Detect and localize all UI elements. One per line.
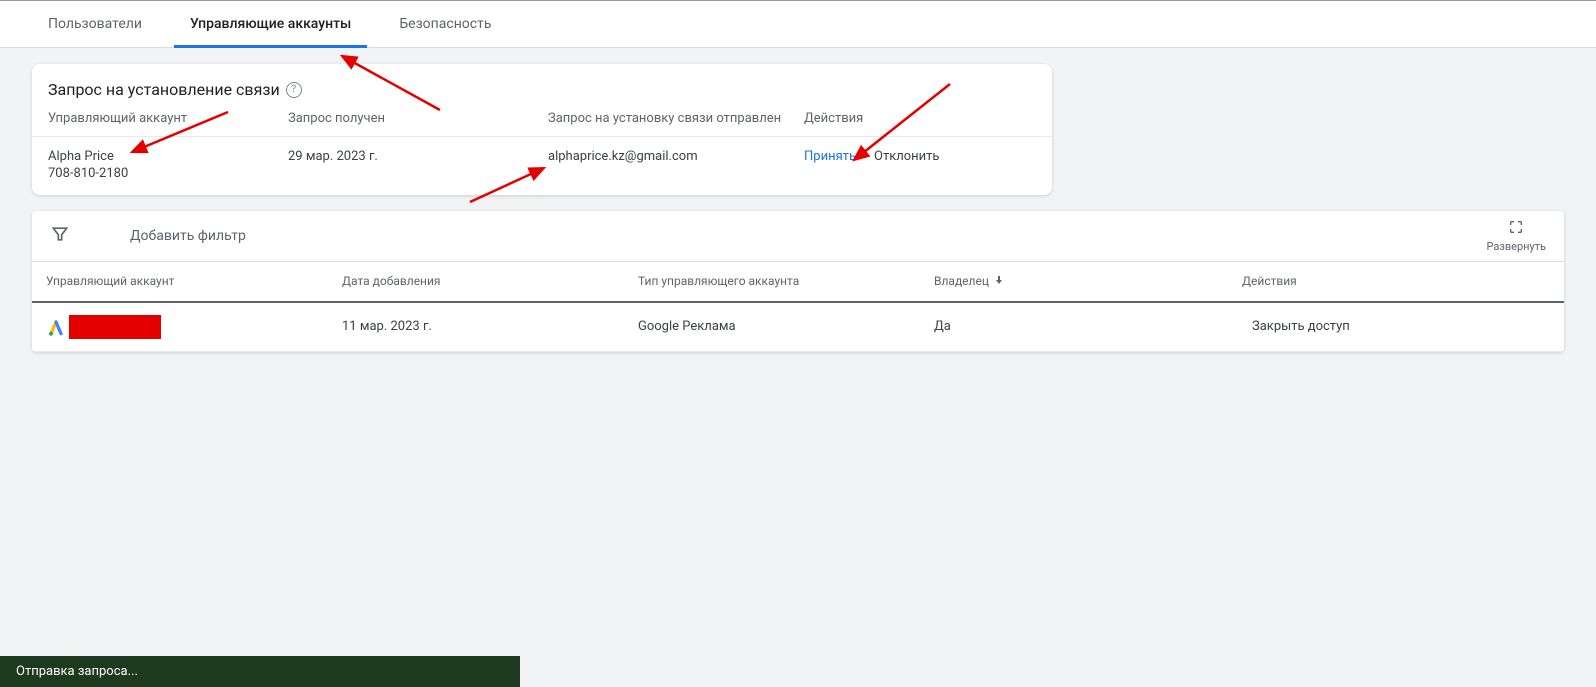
manager-account-cell: Alpha Price 708-810-2180	[48, 149, 288, 183]
list-toolbar: Добавить фильтр Развернуть	[32, 211, 1564, 261]
tab-bar: Пользователи Управляющие аккаунты Безопа…	[0, 0, 1596, 48]
col-type[interactable]: Тип управляющего аккаунта	[624, 262, 920, 301]
card-header-row: Управляющий аккаунт Запрос получен Запро…	[32, 107, 1052, 136]
header-manager: Управляющий аккаунт	[48, 111, 288, 126]
row-type-cell: Google Реклама	[624, 307, 920, 346]
col-owner[interactable]: Владелец	[920, 262, 1228, 301]
row-owner-cell: Да	[920, 307, 1228, 346]
header-actions: Действия	[804, 111, 863, 126]
header-received: Запрос получен	[288, 111, 548, 126]
tab-users[interactable]: Пользователи	[24, 0, 166, 48]
filter-icon[interactable]	[50, 224, 70, 248]
request-actions-cell: Принять Отклонить	[804, 149, 940, 183]
managers-list-card: Добавить фильтр Развернуть Управляющий а…	[32, 211, 1564, 352]
col-date[interactable]: Дата добавления	[328, 262, 624, 301]
managers-table: Управляющий аккаунт Дата добавления Тип …	[32, 261, 1564, 352]
connection-request-card: Запрос на установление связи ? Управляющ…	[32, 64, 1052, 195]
google-ads-icon	[46, 317, 66, 337]
tab-security[interactable]: Безопасность	[375, 0, 515, 48]
close-access-button[interactable]: Закрыть доступ	[1252, 319, 1350, 334]
accept-button[interactable]: Принять	[804, 149, 856, 183]
expand-icon	[1508, 219, 1524, 238]
card-data-row: Alpha Price 708-810-2180 29 мар. 2023 г.…	[32, 136, 1052, 195]
add-filter-button[interactable]: Добавить фильтр	[102, 228, 246, 244]
col-actions: Действия	[1228, 262, 1564, 301]
row-manager-cell	[32, 303, 328, 351]
request-sent-cell: alphaprice.kz@gmail.com	[548, 149, 804, 183]
tab-managers[interactable]: Управляющие аккаунты	[166, 0, 375, 48]
sort-down-icon	[993, 274, 1005, 289]
toolbar-left: Добавить фильтр	[50, 224, 246, 248]
row-date-cell: 11 мар. 2023 г.	[328, 307, 624, 346]
account-id: 708-810-2180	[48, 166, 288, 183]
col-owner-label: Владелец	[934, 274, 989, 288]
table-header: Управляющий аккаунт Дата добавления Тип …	[32, 261, 1564, 303]
card-title: Запрос на установление связи	[48, 80, 280, 99]
table-row: 11 мар. 2023 г. Google Реклама Да Закрыт…	[32, 303, 1564, 352]
request-received-cell: 29 мар. 2023 г.	[288, 149, 548, 183]
redacted-account-name	[69, 315, 161, 339]
account-name: Alpha Price	[48, 149, 288, 166]
expand-button[interactable]: Развернуть	[1486, 219, 1546, 253]
row-action-cell: Закрыть доступ	[1228, 307, 1564, 346]
decline-button[interactable]: Отклонить	[874, 149, 939, 183]
expand-label: Развернуть	[1486, 240, 1546, 253]
header-sent: Запрос на установку связи отправлен	[548, 111, 804, 126]
help-icon[interactable]: ?	[286, 82, 302, 98]
card-title-row: Запрос на установление связи ?	[32, 64, 1052, 107]
main-content: Запрос на установление связи ? Управляющ…	[0, 48, 1596, 384]
col-manager[interactable]: Управляющий аккаунт	[32, 262, 328, 301]
status-toast: Отправка запроса...	[0, 656, 520, 687]
